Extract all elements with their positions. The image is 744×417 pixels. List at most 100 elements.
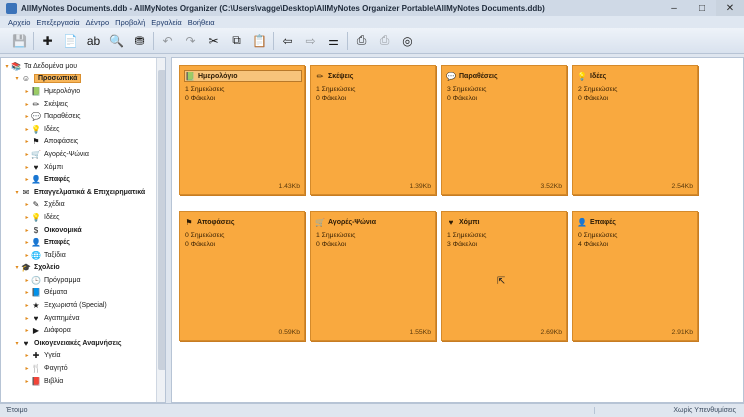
tree-item[interactable]: ▸ 🛒 Αγορές-Ψώνια (1, 148, 165, 161)
expand-arrow-icon[interactable]: ▸ (23, 315, 31, 322)
cut-icon[interactable]: ✂ (204, 31, 223, 50)
tree-item[interactable]: ▸ 🌐 Ταξίδια (1, 249, 165, 262)
expand-arrow-icon[interactable]: ▸ (23, 176, 31, 183)
reminders-status: Χωρίς Υπενθυμίσεις (594, 407, 744, 414)
status-text: Έτοιμο (6, 407, 28, 414)
tree-item[interactable]: ▸ 📘 Θέματα (1, 287, 165, 300)
new-note-icon[interactable]: ✚ (38, 31, 57, 50)
expand-arrow-icon[interactable]: ▾ (13, 340, 21, 347)
copy-icon[interactable]: ⧉ (227, 31, 246, 50)
menu-item-5[interactable]: Βοήθεια (188, 18, 215, 27)
tree-item-label: Χόμπι (44, 163, 63, 171)
tree-scrollbar-thumb[interactable] (158, 70, 165, 370)
save-icon[interactable]: 💾 (10, 31, 29, 50)
tree-item[interactable]: ▸ 📗 Ημερολόγιο (1, 85, 165, 98)
expand-arrow-icon[interactable]: ▾ (13, 264, 21, 271)
tree-item[interactable]: ▸ ✏ Σκέψεις (1, 98, 165, 111)
expand-arrow-icon[interactable]: ▸ (23, 164, 31, 171)
expand-arrow-icon[interactable]: ▸ (23, 227, 31, 234)
expand-arrow-icon[interactable]: ▸ (23, 352, 31, 359)
expand-arrow-icon[interactable]: ▸ (23, 214, 31, 221)
tree-item[interactable]: ▸ 🍴 Φαγητό (1, 362, 165, 375)
tree-item[interactable]: ▸ 📕 Βιβλία (1, 375, 165, 388)
expand-arrow-icon[interactable]: ▸ (23, 201, 31, 208)
tree-item[interactable]: ▾ 📚 Τα Δεδομένα μου (1, 60, 165, 73)
expand-arrow-icon[interactable]: ▸ (23, 302, 31, 309)
tree-item[interactable]: ▸ 🕒 Πρόγραμμα (1, 274, 165, 287)
tree-item[interactable]: ▸ 💡 Ιδέες (1, 123, 165, 136)
tree-item[interactable]: ▸ ♥ Αγαπημένα (1, 312, 165, 325)
expand-arrow-icon[interactable]: ▸ (23, 88, 31, 95)
tree-item-label: Θέματα (44, 289, 68, 297)
expand-arrow-icon[interactable]: ▸ (23, 277, 31, 284)
menu-item-4[interactable]: Εργαλεία (151, 18, 181, 27)
folder-card[interactable]: 💬 Παραθέσεις 3 Σημειώσεις 0 Φάκελοι 3.52Kb (441, 65, 567, 195)
expand-arrow-icon[interactable]: ▸ (23, 101, 31, 108)
folder-title: Επαφές (590, 218, 616, 226)
tree-item[interactable]: ▸ ♥ Χόμπι (1, 161, 165, 174)
menu-item-0[interactable]: Αρχείο (8, 18, 30, 27)
tree-scrollbar[interactable] (156, 58, 165, 402)
folder-card[interactable]: ⚑ Αποφάσεις 0 Σημειώσεις 0 Φάκελοι 0.59Kb (179, 211, 305, 341)
subfolders-count: 0 Φάκελοι (447, 95, 478, 102)
expand-arrow-icon[interactable]: ▸ (23, 289, 31, 296)
new-child-note-icon[interactable]: 📄 (61, 31, 80, 50)
maximize-button[interactable]: □ (688, 0, 716, 16)
forward-icon[interactable]: ⇨ (301, 31, 320, 50)
find-icon[interactable]: 🔍 (107, 31, 126, 50)
folder-size: 2.91Kb (671, 329, 693, 336)
tree-item[interactable]: ▾ 🎓 Σχολείο (1, 262, 165, 275)
redo-icon[interactable]: ↷ (181, 31, 200, 50)
expand-arrow-icon[interactable]: ▾ (13, 189, 21, 196)
notes-count: 0 Σημειώσεις (578, 232, 618, 239)
equalizer-icon[interactable]: ⚌ (324, 31, 343, 50)
filter-icon[interactable]: ⛃ (130, 31, 149, 50)
tree-item[interactable]: ▸ 👤 Επαφές (1, 173, 165, 186)
tree-item[interactable]: ▾ ☺ Προσωπικά (1, 73, 165, 86)
tree-item[interactable]: ▸ ▶ Διάφορα (1, 324, 165, 337)
tree-item[interactable]: ▸ ✚ Υγεία (1, 350, 165, 363)
expand-arrow-icon[interactable]: ▸ (23, 327, 31, 334)
help-lifebuoy-icon[interactable]: ◎ (398, 31, 417, 50)
expand-arrow-icon[interactable]: ▾ (13, 75, 21, 82)
expand-arrow-icon[interactable]: ▸ (23, 126, 31, 133)
window-title: AllMyNotes Documents.ddb - AllMyNotes Or… (21, 3, 545, 13)
tree-panel: ▾ 📚 Τα Δεδομένα μου ▾ ☺ Προσωπικά ▸ 📗 Ημερολόγιο… (0, 57, 166, 403)
expand-arrow-icon[interactable]: ▸ (23, 365, 31, 372)
folder-card[interactable]: 🛒 Αγορές-Ψώνια 1 Σημειώσεις 0 Φάκελοι 1.55Kb (310, 211, 436, 341)
tree-item[interactable]: ▸ 💡 Ιδέες (1, 211, 165, 224)
tree-item[interactable]: ▸ ✎ Σχέδια (1, 199, 165, 212)
close-button[interactable]: ✕ (716, 0, 744, 16)
tree-item[interactable]: ▸ 👤 Επαφές (1, 236, 165, 249)
tree-item[interactable]: ▸ ★ Ξεχωριστά (Special) (1, 299, 165, 312)
menu-item-2[interactable]: Δέντρο (86, 18, 110, 27)
expand-arrow-icon[interactable]: ▸ (23, 151, 31, 158)
minimize-button[interactable]: – (660, 0, 688, 16)
expand-arrow-icon[interactable]: ▾ (3, 63, 11, 70)
app-icon (6, 2, 17, 14)
tree-item[interactable]: ▾ ✉ Επαγγελματικά & Επιχειρηματικά (1, 186, 165, 199)
expand-arrow-icon[interactable]: ▸ (23, 239, 31, 246)
folder-card[interactable]: 📗 Ημερολόγιο 1 Σημειώσεις 0 Φάκελοι 1.43Kb (179, 65, 305, 195)
back-icon[interactable]: ⇦ (278, 31, 297, 50)
expand-arrow-icon[interactable]: ▸ (23, 378, 31, 385)
tree-item-icon: 🌐 (31, 250, 41, 260)
folder-card[interactable]: 💡 Ιδέες 2 Σημειώσεις 0 Φάκελοι 2.54Kb (572, 65, 698, 195)
print-preview-icon[interactable]: ⎙ (375, 31, 394, 50)
tree-item[interactable]: ▸ ⚑ Αποφάσεις (1, 136, 165, 149)
rename-icon[interactable]: ab (84, 31, 103, 50)
expand-arrow-icon[interactable]: ▸ (23, 138, 31, 145)
tree-item[interactable]: ▸ $ Οικονομικά (1, 224, 165, 237)
window-controls: – □ ✕ (660, 0, 744, 16)
expand-arrow-icon[interactable]: ▸ (23, 252, 31, 259)
paste-icon[interactable]: 📋 (250, 31, 269, 50)
folder-card[interactable]: 👤 Επαφές 0 Σημειώσεις 4 Φάκελοι 2.91Kb (572, 211, 698, 341)
folder-card[interactable]: ✏ Σκέψεις 1 Σημειώσεις 0 Φάκελοι 1.39Kb (310, 65, 436, 195)
print-icon[interactable]: ⎙ (352, 31, 371, 50)
tree-item[interactable]: ▾ ♥ Οικογενειακές Αναμνήσεις (1, 337, 165, 350)
expand-arrow-icon[interactable]: ▸ (23, 113, 31, 120)
undo-icon[interactable]: ↶ (158, 31, 177, 50)
tree-item[interactable]: ▸ 💬 Παραθέσεις (1, 110, 165, 123)
menu-item-3[interactable]: Προβολή (115, 18, 145, 27)
menu-item-1[interactable]: Επεξεργασία (36, 18, 79, 27)
